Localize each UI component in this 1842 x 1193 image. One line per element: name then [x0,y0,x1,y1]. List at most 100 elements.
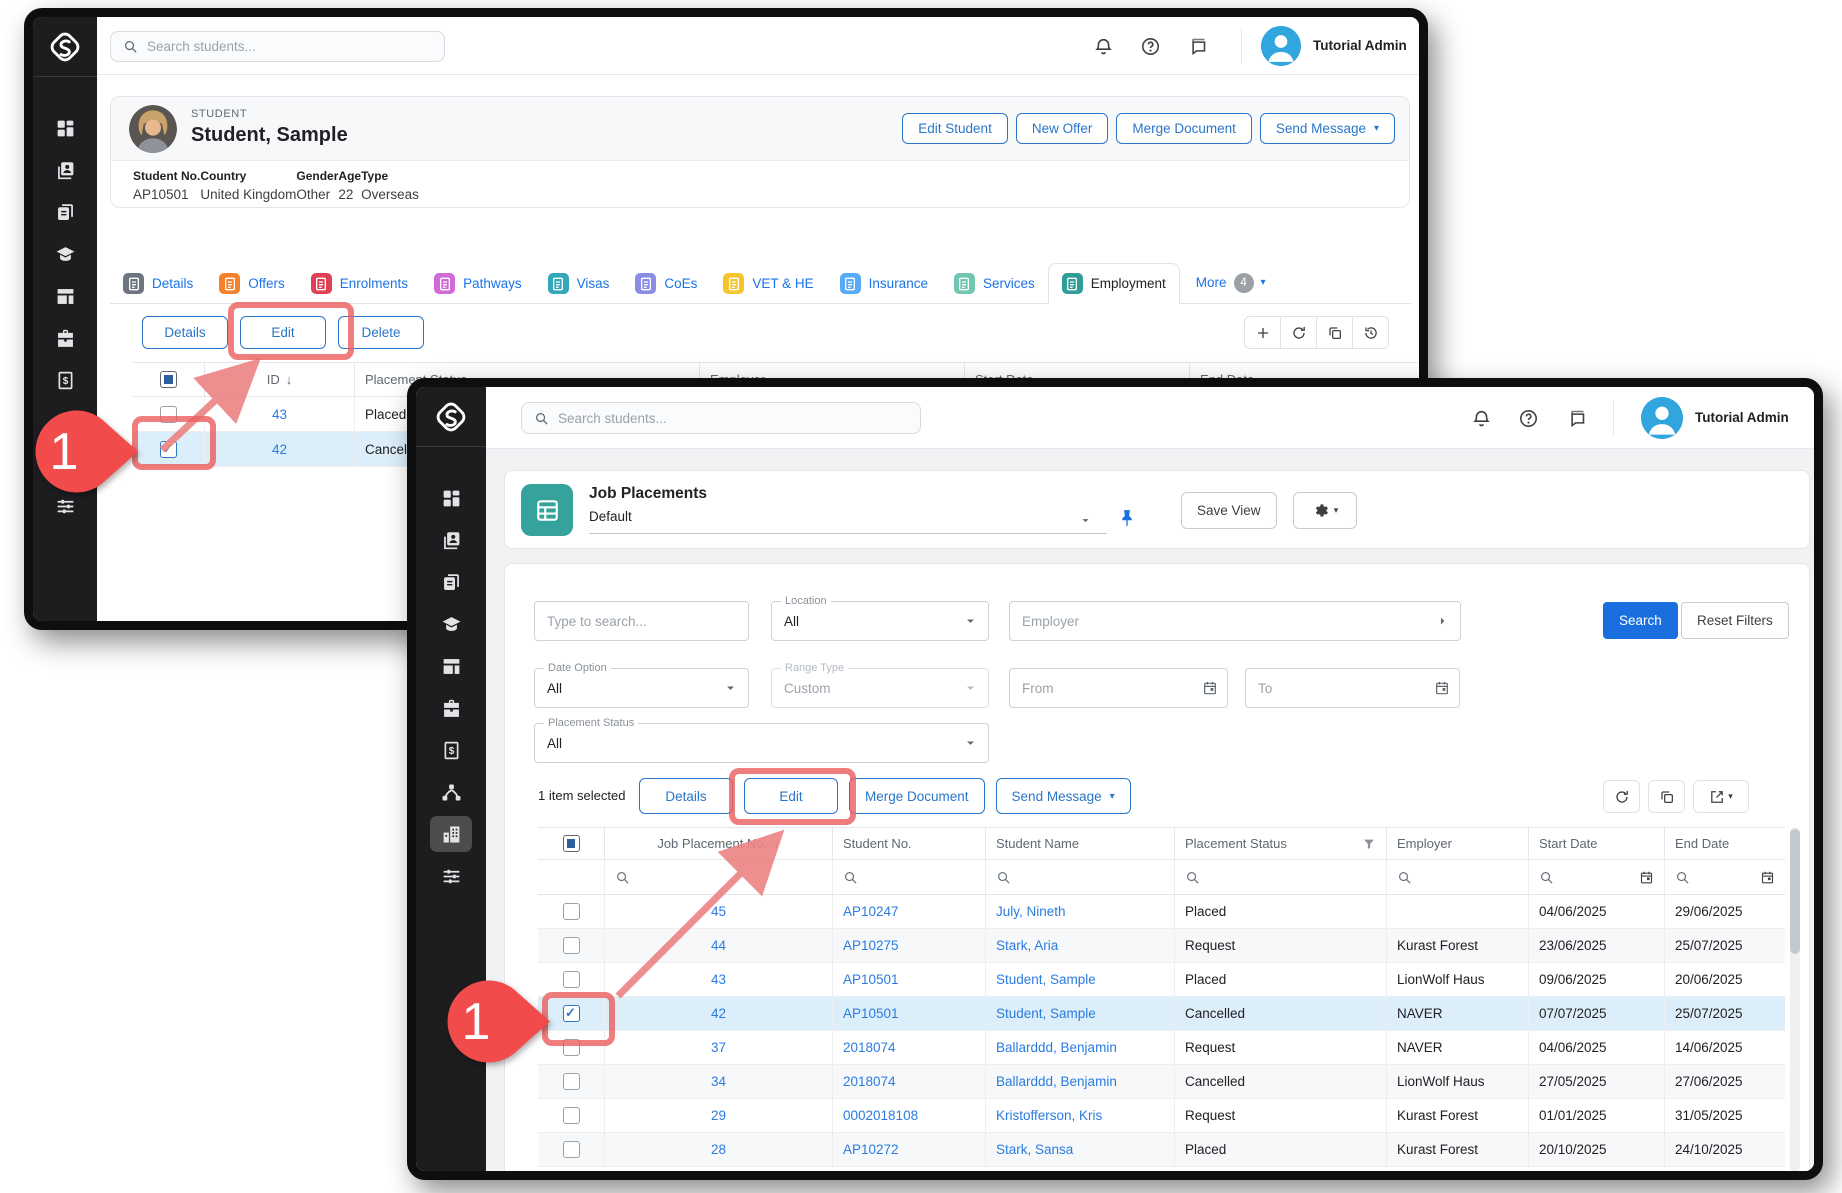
table-row[interactable]: 43 AP10501 Student, Sample Placed LionWo… [538,963,1785,997]
calendar-icon[interactable] [1760,870,1775,885]
student-name-link[interactable]: July, Nineth [986,895,1175,928]
job-placement-no-link[interactable]: 28 [605,1133,833,1166]
sidebar-item[interactable] [44,236,86,272]
row-checkbox-cell[interactable] [538,1065,605,1098]
sidebar-item[interactable] [430,606,472,642]
student-name-link[interactable]: Student, Sample [986,963,1175,996]
student-no-link[interactable]: AP10247 [833,895,986,928]
sidebar-item[interactable] [44,194,86,230]
placement-id-link[interactable]: 42 [205,432,355,466]
student-tab[interactable]: Enrolments [298,263,421,304]
table-row[interactable]: 45 AP10247 July, Nineth Placed 04/06/202… [538,895,1785,929]
view-select[interactable]: Default [589,509,632,524]
toolbar-button[interactable]: Details [142,316,228,349]
sidebar-item[interactable] [430,564,472,600]
header-job-placement-no[interactable]: Job Placement No.↓ [605,828,833,859]
student-tab[interactable]: Employment [1048,263,1180,304]
student-tab[interactable]: Visas [535,263,623,304]
app-logo[interactable] [416,387,486,447]
filter-student-no[interactable] [833,860,986,894]
global-search[interactable] [110,31,445,62]
row-checkbox[interactable] [160,441,177,458]
student-no-link[interactable]: 2018074 [833,1031,986,1064]
notifications-icon[interactable] [1471,408,1492,429]
row-checkbox[interactable] [563,1005,580,1022]
student-name-link[interactable]: Student, Sample [986,997,1175,1030]
job-placement-no-link[interactable]: 29 [605,1099,833,1132]
row-checkbox-cell[interactable] [133,397,205,431]
table-row[interactable]: 42 AP10501 Student, Sample Cancelled NAV… [538,997,1785,1031]
filter-start-date[interactable] [1529,860,1665,894]
student-no-link[interactable]: AP10501 [833,963,986,996]
app-logo[interactable] [33,17,97,77]
copy-button[interactable] [1648,780,1685,813]
employer-input[interactable] [1010,602,1460,640]
search-button[interactable]: Search [1603,602,1678,639]
student-action-button[interactable]: New Offer [1016,113,1109,144]
student-no-link[interactable]: 2018074 [833,1065,986,1098]
student-name-link[interactable]: Kristofferson, Kris [986,1099,1175,1132]
sidebar-item[interactable] [430,648,472,684]
sidebar-item[interactable] [44,320,86,356]
selection-action-button[interactable]: Edit [744,778,838,814]
selection-action-button[interactable]: Send Message [996,778,1131,814]
employer-filter[interactable] [1009,601,1461,641]
sidebar-item[interactable] [430,858,472,894]
student-no-link[interactable]: AP10501 [833,997,986,1030]
sidebar-item[interactable] [430,480,472,516]
sidebar-item[interactable]: $ [44,362,86,398]
filter-placement-status[interactable] [1175,860,1387,894]
search-input[interactable] [147,39,432,54]
student-name-link[interactable]: Ballarddd, Benjamin [986,1031,1175,1064]
calendar-icon[interactable] [1639,870,1654,885]
student-name-link[interactable]: Stark, Aria [986,929,1175,962]
sidebar-item[interactable] [430,690,472,726]
student-action-button[interactable]: Send Message [1260,113,1395,144]
sidebar-item[interactable] [44,278,86,314]
student-tab[interactable]: CoEs [622,263,710,304]
search-input[interactable] [558,411,908,426]
student-tab[interactable]: Insurance [827,263,941,304]
table-row[interactable]: 29 0002018108 Kristofferson, Kris Reques… [538,1099,1785,1133]
row-checkbox[interactable] [563,1141,580,1158]
table-row[interactable]: 34 2018074 Ballarddd, Benjamin Cancelled… [538,1065,1785,1099]
to-date-input[interactable] [1246,669,1459,707]
notifications-icon[interactable] [1093,36,1114,57]
selection-action-button[interactable]: Details [639,778,733,814]
refresh-button[interactable] [1603,780,1640,813]
student-tab[interactable]: Details [110,263,206,304]
student-name-link[interactable]: Stark, Sansa [986,1133,1175,1166]
date-option-filter[interactable]: Date Option All [534,668,749,708]
row-checkbox-cell[interactable] [538,1099,605,1132]
header-checkbox-cell[interactable] [538,828,605,859]
sidebar-item[interactable] [44,110,86,146]
copy-button[interactable] [1316,316,1353,349]
toolbar-button[interactable]: Edit [240,316,326,349]
filter-icon[interactable] [1362,837,1376,851]
table-row[interactable]: 37 2018074 Ballarddd, Benjamin Request N… [538,1031,1785,1065]
student-photo[interactable] [129,105,177,153]
placement-status-filter[interactable]: Placement Status All [534,723,989,763]
reset-filters-button[interactable]: Reset Filters [1681,602,1789,639]
location-filter[interactable]: Location All [771,601,989,641]
scrollbar-thumb[interactable] [1790,829,1800,954]
job-placement-no-link[interactable]: 34 [605,1065,833,1098]
export-button[interactable]: ▾ [1693,780,1749,813]
toolbar-button[interactable]: Delete [338,316,424,349]
header-id[interactable]: ID↓ [205,363,355,396]
refresh-button[interactable] [1280,316,1317,349]
calendar-icon[interactable] [1434,680,1450,696]
row-checkbox-cell[interactable] [538,1133,605,1166]
row-checkbox-cell[interactable] [538,929,605,962]
global-search[interactable] [521,402,921,434]
job-placement-no-link[interactable]: 37 [605,1031,833,1064]
header-employer[interactable]: Employer [1387,828,1529,859]
row-checkbox[interactable] [563,1073,580,1090]
filter-employer[interactable] [1387,860,1529,894]
row-checkbox-cell[interactable] [538,895,605,928]
student-no-link[interactable]: 0002018108 [833,1099,986,1132]
range-type-filter[interactable]: Range Type Custom [771,668,989,708]
view-settings-button[interactable]: ▾ [1293,492,1357,529]
student-no-link[interactable]: AP10275 [833,929,986,962]
sidebar-item[interactable]: $ [430,732,472,768]
